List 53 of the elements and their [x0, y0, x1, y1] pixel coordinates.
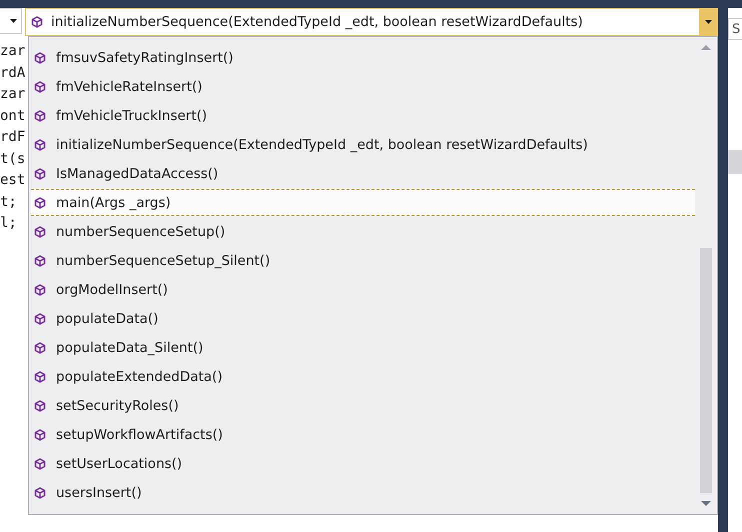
code-line: est [0, 171, 26, 190]
member-item[interactable]: populateData() [31, 305, 695, 332]
method-icon [34, 254, 46, 266]
member-item[interactable]: fmVehicleRateInsert() [31, 73, 695, 100]
method-icon [34, 110, 46, 122]
method-icon [34, 458, 46, 470]
method-icon [34, 168, 46, 180]
scroll-thumb[interactable] [700, 248, 712, 493]
method-icon [34, 52, 46, 64]
scroll-down-icon[interactable] [701, 501, 711, 506]
code-line: t(s [0, 150, 26, 168]
method-icon [34, 486, 46, 498]
member-item[interactable]: usersInsert() [31, 479, 695, 506]
method-icon [34, 342, 46, 354]
member-item[interactable]: setSecurityRoles() [31, 392, 695, 419]
method-icon [34, 284, 46, 296]
method-icon [34, 428, 46, 440]
method-icon [34, 138, 46, 150]
member-item[interactable]: populateData_Silent() [31, 334, 695, 361]
dropdown-button[interactable] [699, 9, 717, 35]
code-line: t; [0, 192, 17, 212]
member-item[interactable]: numberSequenceSetup_Silent() [31, 247, 695, 274]
method-icon [34, 370, 46, 382]
code-line: rdA [0, 64, 26, 82]
method-icon [34, 400, 46, 412]
caret-icon [10, 19, 17, 23]
member-item[interactable]: initializeNumberSequence(ExtendedTypeId _edt, boolean resetWizardDefaults) [31, 131, 695, 158]
type-dropdown[interactable] [0, 8, 22, 34]
panel-header [728, 150, 742, 174]
search-field[interactable]: S [728, 18, 742, 40]
member-dropdown[interactable]: initializeNumberSequence(ExtendedTypeId _edt, boolean resetWizardDefaults) [25, 8, 718, 36]
scroll-up-icon[interactable] [701, 45, 711, 50]
code-line: zar [0, 85, 26, 104]
member-item[interactable]: numberSequenceSetup() [31, 218, 695, 245]
code-line: l; [0, 214, 17, 233]
method-icon [34, 196, 46, 208]
code-line: rdF [0, 128, 26, 147]
method-icon [34, 226, 46, 238]
method-icon [34, 312, 46, 324]
method-icon [34, 80, 46, 92]
member-item[interactable]: setupWorkflowArtifacts() [31, 421, 695, 448]
member-item[interactable]: orgModelInsert() [31, 276, 695, 303]
member-item[interactable]: fmVehicleTruckInsert() [31, 102, 695, 129]
member-item[interactable]: setUserLocations() [31, 450, 695, 477]
member-item[interactable]: fmsuvSafetyRatingInsert() [31, 44, 695, 71]
code-line: zar [0, 42, 26, 61]
code-line: ont [0, 106, 26, 126]
member-item[interactable]: IsManagedDataAccess() [31, 160, 695, 187]
caret-icon [704, 20, 712, 24]
member-item[interactable]: main(Args _args) [31, 189, 695, 216]
member-name: initializeNumberSequence(ExtendedTypeId _edt, boolean resetWizardDefaults) [51, 14, 583, 30]
member-item[interactable]: populateExtendedData() [31, 363, 695, 390]
method-icon [31, 16, 43, 28]
